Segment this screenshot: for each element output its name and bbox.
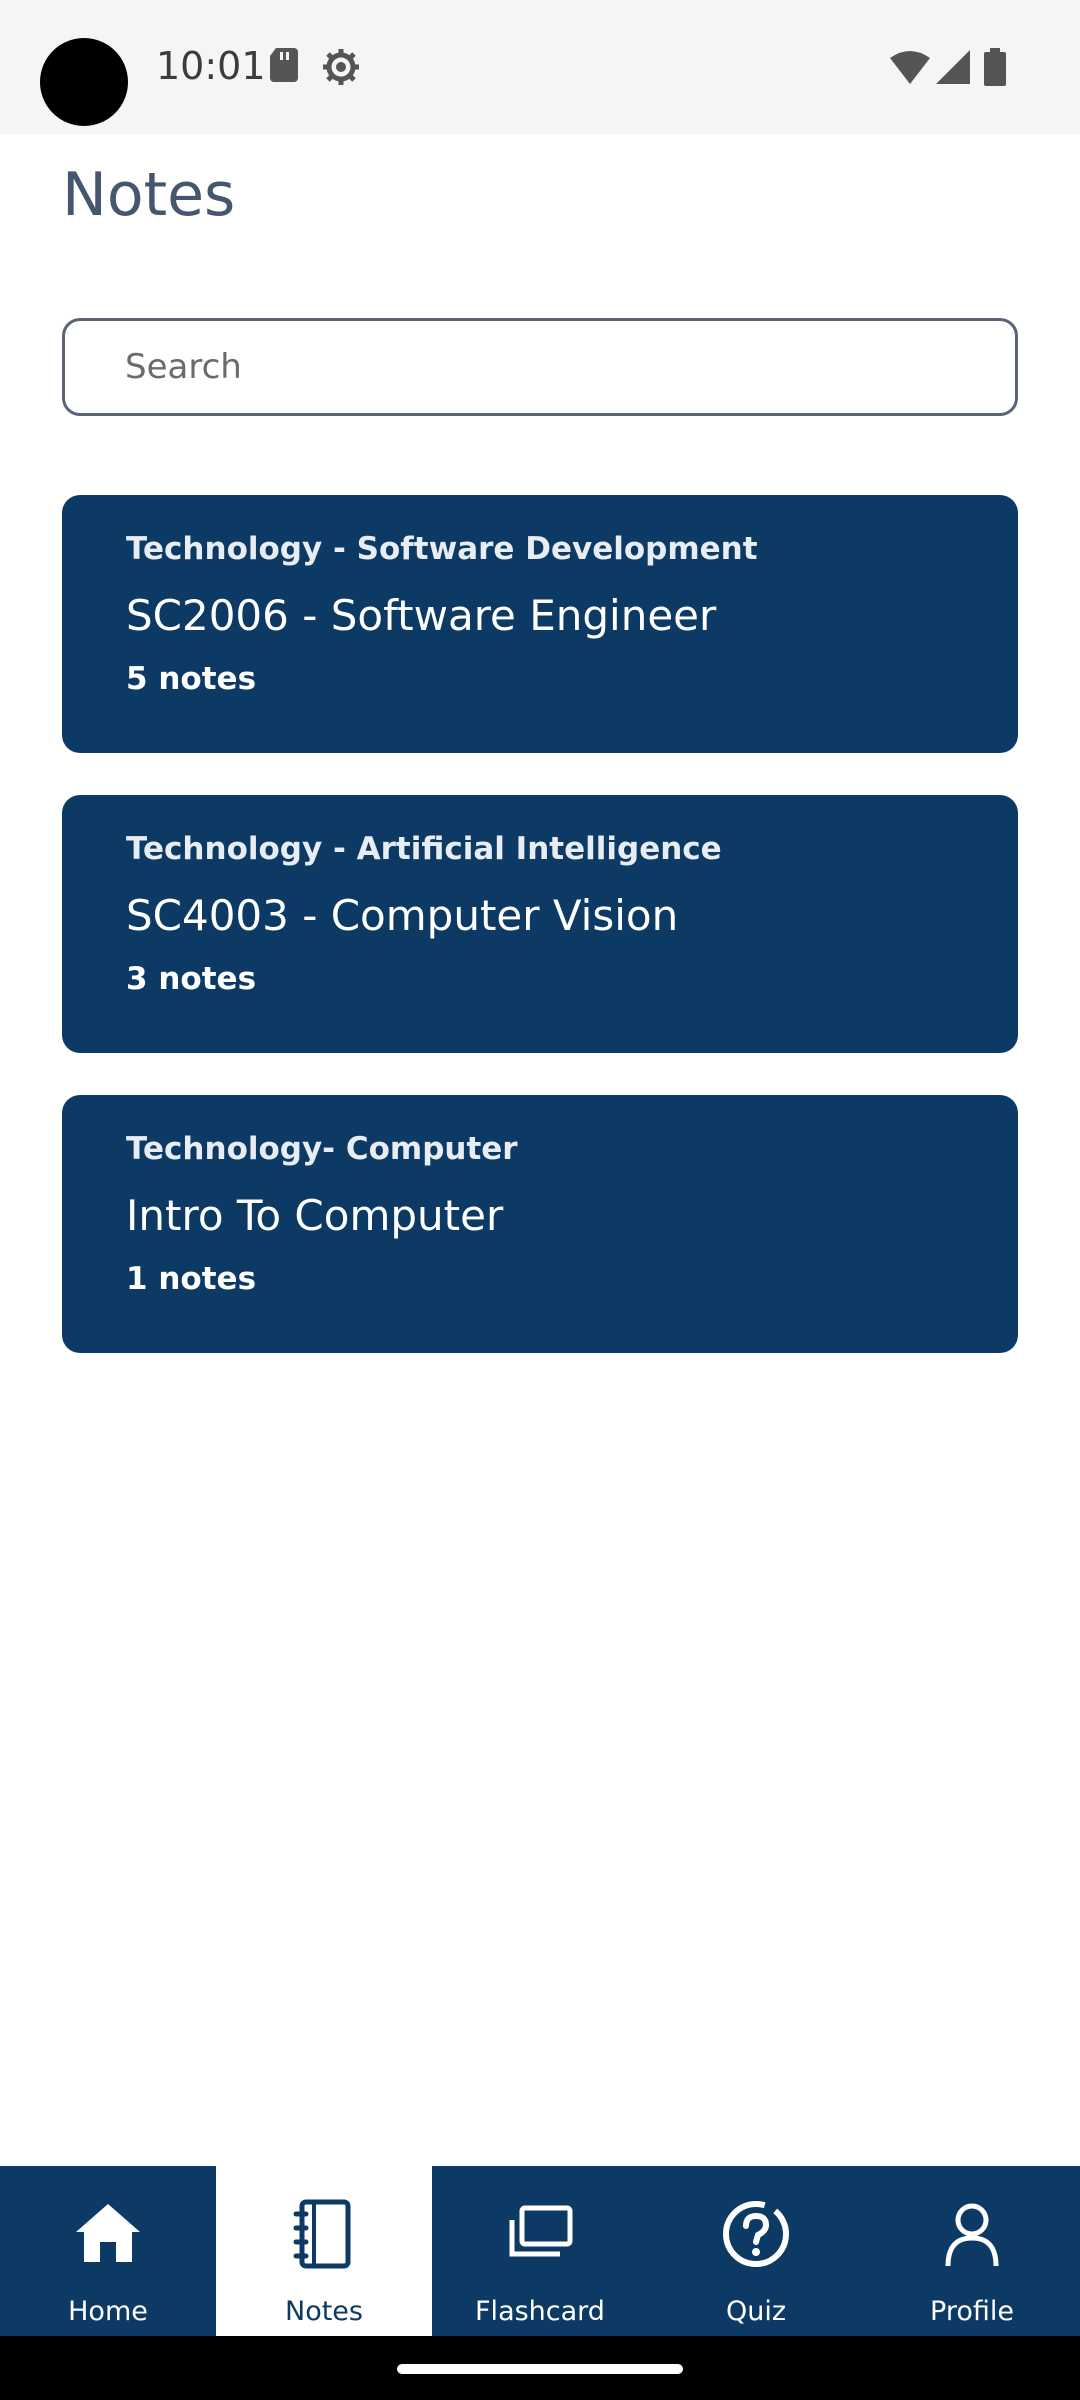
cards-icon	[509, 2205, 573, 2257]
system-nav-bar	[0, 2336, 1080, 2400]
bottom-nav: Home Notes Flashcard Quiz Profile	[0, 2166, 1080, 2336]
signal-icon	[936, 50, 970, 84]
nav-label: Notes	[285, 2296, 363, 2327]
notebook-card-intro-to-computer[interactable]: Technology- Computer Intro To Computer 1…	[62, 1095, 1018, 1353]
camera-cutout	[40, 38, 128, 126]
notebook-card-sc4003[interactable]: Technology - Artificial Intelligence SC4…	[62, 795, 1018, 1053]
wifi-icon	[890, 51, 930, 84]
nav-flashcard[interactable]: Flashcard	[432, 2166, 648, 2336]
card-title: SC4003 - Computer Vision	[126, 891, 679, 940]
status-bar: 10:01	[0, 0, 1080, 134]
nav-label: Quiz	[725, 2296, 787, 2327]
notebook-icon	[293, 2199, 351, 2269]
nav-profile[interactable]: Profile	[864, 2166, 1080, 2336]
battery-icon	[984, 48, 1006, 86]
nav-notes[interactable]: Notes	[216, 2166, 432, 2336]
nav-label: Home	[68, 2296, 148, 2327]
sd-card-icon	[270, 48, 298, 82]
nav-label: Flashcard	[475, 2296, 605, 2327]
page-title: Notes	[62, 160, 236, 230]
search-input[interactable]	[125, 321, 985, 413]
card-notes-count: 3 notes	[126, 961, 257, 997]
card-title: SC2006 - Software Engineer	[126, 591, 717, 640]
home-icon	[76, 2204, 140, 2262]
card-notes-count: 5 notes	[126, 661, 257, 697]
settings-gear-icon	[323, 49, 359, 85]
status-time: 10:01	[156, 44, 266, 88]
card-category: Technology- Computer	[126, 1131, 518, 1167]
nav-label: Profile	[930, 2296, 1014, 2327]
nav-quiz[interactable]: Quiz	[648, 2166, 864, 2336]
person-icon	[945, 2203, 999, 2267]
card-category: Technology - Software Development	[126, 531, 758, 567]
search-box[interactable]	[62, 318, 1018, 416]
card-notes-count: 1 notes	[126, 1261, 257, 1297]
nav-home[interactable]: Home	[0, 2166, 216, 2336]
question-icon	[723, 2201, 789, 2267]
card-category: Technology - Artificial Intelligence	[126, 831, 722, 867]
card-title: Intro To Computer	[126, 1191, 504, 1240]
home-indicator[interactable]	[397, 2364, 683, 2374]
notebook-card-sc2006[interactable]: Technology - Software Development SC2006…	[62, 495, 1018, 753]
